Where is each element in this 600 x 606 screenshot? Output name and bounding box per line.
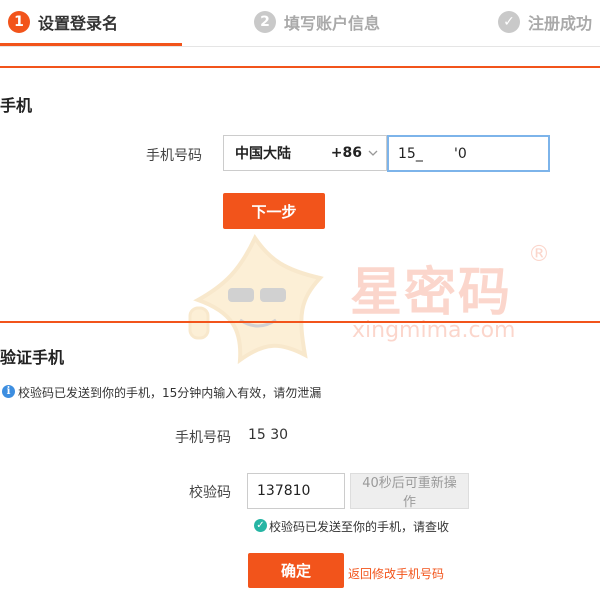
check-circle-icon: ✓ bbox=[254, 519, 267, 532]
country-code-select[interactable]: 中国大陆 +86 bbox=[223, 135, 387, 171]
verification-code-label: 校验码 bbox=[189, 485, 231, 501]
resend-code-button[interactable]: 40秒后可重新操作 bbox=[350, 473, 469, 510]
info-icon: i bbox=[2, 385, 15, 398]
country-name: 中国大陆 bbox=[235, 146, 291, 162]
mascot-logo bbox=[188, 233, 324, 365]
section-divider bbox=[0, 321, 600, 323]
next-step-button[interactable]: 下一步 bbox=[223, 193, 325, 229]
chevron-down-icon bbox=[368, 146, 378, 160]
country-code: +86 bbox=[330, 145, 362, 161]
phone-number-value: 15 30 bbox=[248, 427, 289, 443]
code-sent-message: 校验码已发送至你的手机，请查收 bbox=[269, 520, 450, 534]
check-circle-icon: ✓ bbox=[498, 11, 520, 33]
verification-code-input[interactable] bbox=[247, 473, 345, 509]
section-divider bbox=[0, 66, 600, 68]
phone-number-label: 手机号码 bbox=[146, 148, 202, 164]
step-number: 2 bbox=[254, 11, 276, 33]
step-set-login-name: 1 设置登录名 bbox=[8, 10, 118, 34]
back-modify-phone-link[interactable]: 返回修改手机号码 bbox=[348, 565, 444, 582]
watermark: 星密码 ® xingmima.com bbox=[170, 230, 590, 380]
step-number: 1 bbox=[8, 11, 30, 33]
section-title-phone: 手机 bbox=[0, 96, 33, 115]
active-step-indicator bbox=[0, 43, 182, 46]
section-title-verify-phone: 验证手机 bbox=[0, 348, 65, 367]
step-fill-account-info: 2 填写账户信息 bbox=[254, 10, 380, 34]
step-label: 设置登录名 bbox=[38, 14, 119, 33]
step-registration-success: ✓ 注册成功 bbox=[498, 10, 592, 34]
confirm-button[interactable]: 确定 bbox=[248, 553, 344, 588]
step-label: 填写账户信息 bbox=[284, 14, 381, 33]
registration-stepper: 1 设置登录名 2 填写账户信息 ✓ 注册成功 bbox=[0, 0, 600, 47]
watermark-registered-mark: ® bbox=[528, 242, 550, 267]
watermark-brand: 星密码 bbox=[350, 263, 513, 323]
step-label: 注册成功 bbox=[528, 14, 593, 33]
phone-number-label: 手机号码 bbox=[175, 430, 231, 446]
phone-number-input[interactable] bbox=[387, 135, 550, 172]
verification-notice: 校验码已发送到你的手机，15分钟内输入有效，请勿泄漏 bbox=[18, 386, 322, 400]
